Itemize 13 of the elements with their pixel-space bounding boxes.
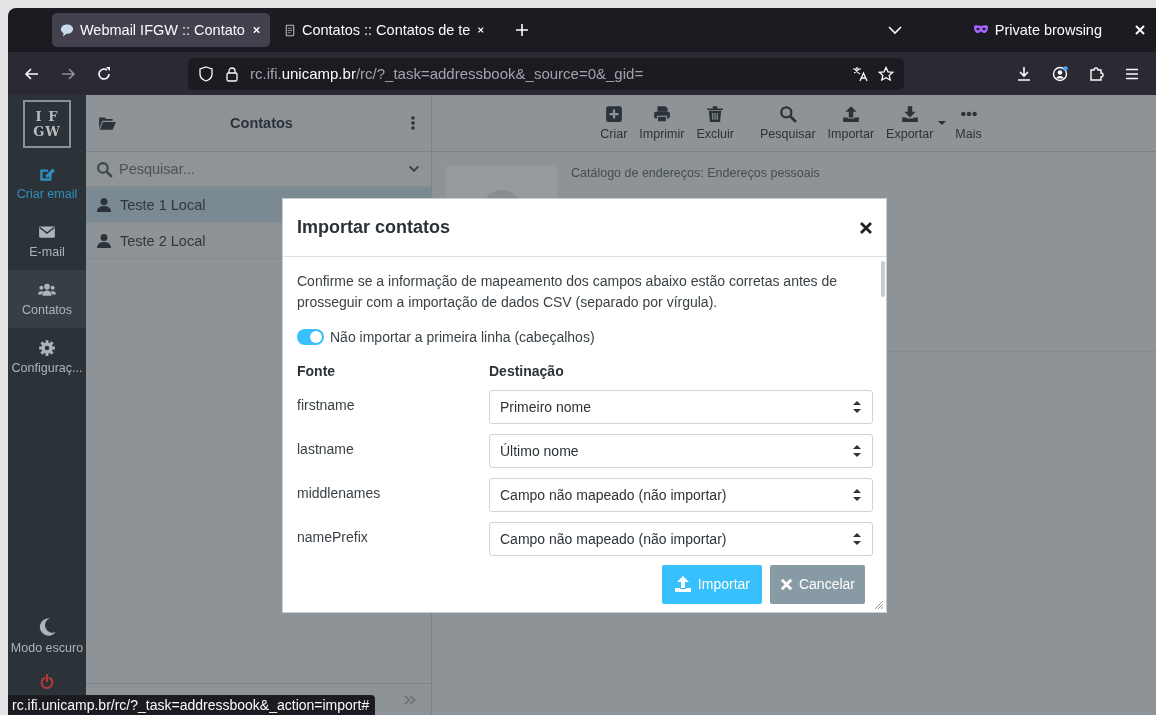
source-field-label: firstname bbox=[297, 396, 356, 413]
addressbook-label: Catálogo de endereços: Endereços pessoais bbox=[571, 166, 820, 180]
logo: I F GW bbox=[23, 100, 71, 148]
source-field-label: lastname bbox=[297, 440, 355, 457]
private-browsing-label: Private browsing bbox=[994, 22, 1102, 38]
url-tooltip: rc.ifi.unicamp.br/rc/?_task=addressbook&_action=import# bbox=[8, 695, 376, 715]
panel-title: Contatos bbox=[229, 115, 294, 131]
toggle-label: Não importar a primeira linha (cabeçalhos) bbox=[330, 329, 595, 345]
intro-text: Confirme se a informação de mapeamento dos campos abaixo estão corretas antes de prosseguir com a importação de dados CSV (separado por vírgula). bbox=[297, 272, 839, 312]
source-field-label: namePrefix bbox=[297, 528, 369, 545]
column-header: Destinação bbox=[489, 363, 565, 380]
source-field-label: middlenames bbox=[297, 484, 382, 501]
column-header: Fonte bbox=[297, 363, 337, 380]
